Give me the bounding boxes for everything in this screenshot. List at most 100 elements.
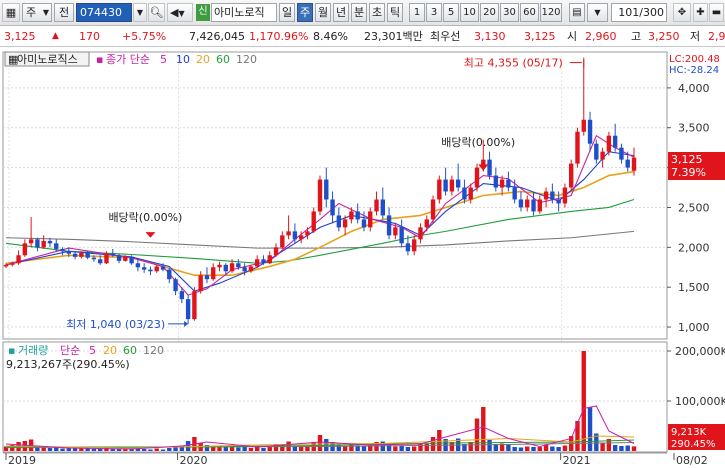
volume-bar: [154, 448, 159, 451]
candle-body: [581, 119, 586, 132]
volume-bar: [412, 446, 417, 451]
interval-button-30[interactable]: 30: [500, 3, 519, 22]
market-label: 주: [26, 6, 37, 19]
candle-body: [317, 179, 323, 212]
stock-chart[interactable]: 1,0001,5002,0002,5003,0003,5004,000 ▦ 아미…: [0, 48, 725, 468]
interval-button-5[interactable]: 5: [443, 3, 459, 22]
candle-body: [393, 227, 398, 236]
ma-period-5: 5: [160, 53, 167, 66]
candle-body: [380, 199, 385, 216]
candle-body: [236, 263, 241, 268]
crosshair-button[interactable]: ✥: [673, 3, 691, 22]
candle-body: [506, 179, 511, 188]
period-tab-2[interactable]: 월: [315, 3, 331, 22]
candle-body: [437, 179, 442, 200]
x-tick-label: 2021: [563, 454, 591, 467]
volume-bar: [135, 449, 141, 451]
stock-name-field[interactable]: 아미노로직: [211, 3, 277, 22]
interval-button-1[interactable]: 1: [409, 3, 425, 22]
candle-body: [330, 199, 335, 216]
current-price: 3,125: [4, 30, 36, 43]
chart-area[interactable]: 1,0001,5002,0002,5003,0003,5004,000 ▦ 아미…: [0, 48, 725, 468]
candle-body: [47, 240, 53, 244]
candle-body: [311, 211, 316, 232]
zoom-out-button[interactable]: ▬: [709, 3, 724, 22]
period-tab-0[interactable]: 일: [279, 3, 295, 22]
ma-period-120: 120: [236, 53, 257, 66]
volume-bar: [47, 448, 53, 451]
chart-icon: ▤: [572, 7, 582, 18]
price-tick-label: 1,000: [678, 321, 710, 334]
code-dropdown-button[interactable]: ▼: [133, 3, 147, 22]
toolbar: ▦ 주 ▼ 전 074430 ▼ 🔍︎ ◀▼ 신 아미노로직 ▤ ▼ 101/3…: [0, 0, 725, 26]
ma-period-60: 60: [216, 53, 230, 66]
volume-bar: [556, 447, 561, 451]
candle-body: [298, 235, 304, 240]
period-tab-1[interactable]: 주: [297, 3, 313, 22]
volume-bar: [506, 445, 511, 451]
candle-body: [255, 259, 260, 267]
interval-button-120[interactable]: 120: [540, 3, 562, 22]
x-tick-label: 08/02: [676, 454, 708, 467]
period-tab-6[interactable]: 틱: [387, 3, 403, 22]
low-annotation: 최저 1,040 (03/23): [66, 318, 165, 331]
open-price: 2,960: [585, 30, 617, 43]
chevron-down-icon: ▼: [178, 9, 185, 18]
volume-bar: [531, 447, 536, 451]
sound-button[interactable]: ◀▼: [167, 3, 193, 22]
stock-code-input[interactable]: 074430: [76, 3, 132, 22]
candle-body: [16, 255, 21, 264]
candle-body: [280, 235, 285, 248]
volume-bar: [72, 448, 78, 451]
candle-body: [631, 157, 637, 171]
candle-body: [487, 159, 492, 176]
candle-body: [342, 219, 348, 228]
candle-body: [211, 267, 216, 280]
interval-button-20[interactable]: 20: [480, 3, 499, 22]
candle-body: [223, 264, 228, 272]
candle-body: [173, 279, 178, 292]
price-tick-label: 3,500: [678, 122, 710, 135]
candle-body: [229, 263, 235, 272]
candle-body: [148, 269, 153, 272]
candle-body: [292, 231, 298, 240]
price-panel[interactable]: [2, 51, 668, 340]
count-dropdown-button[interactable]: ▼: [587, 3, 608, 22]
candle-body: [141, 267, 147, 270]
candle-body: [430, 199, 436, 220]
stock-code-value: 074430: [80, 6, 122, 19]
market-select[interactable]: 주 ▼: [22, 3, 52, 22]
candle-body: [418, 227, 423, 240]
volume-bar: [430, 437, 436, 451]
data-count-input[interactable]: 101/300: [611, 3, 667, 22]
candle-body: [474, 167, 480, 188]
period-tab-5[interactable]: 초: [369, 3, 385, 22]
candle-body: [412, 239, 417, 252]
interval-button-60[interactable]: 60: [520, 3, 539, 22]
high-price: 3,250: [648, 30, 680, 43]
volume-bar: [361, 446, 367, 451]
interval-button-3[interactable]: 3: [426, 3, 442, 22]
volume-bar: [405, 447, 411, 451]
prev-label: 전: [58, 6, 70, 19]
data-count-value: 101/300: [618, 6, 664, 19]
zoom-in-icon: ✚: [696, 7, 705, 18]
price-tick-label: 2,000: [678, 241, 710, 254]
candle-body: [556, 199, 561, 204]
x-tick-label: 2020: [180, 454, 208, 467]
period-tab-4[interactable]: 분: [351, 3, 367, 22]
chart-setting-button[interactable]: ▤: [569, 3, 585, 22]
interval-button-10[interactable]: 10: [460, 3, 479, 22]
search-button[interactable]: 🔍︎: [148, 3, 165, 22]
hc-label: HC:-28.24: [669, 65, 719, 76]
period-tab-3[interactable]: 년: [333, 3, 349, 22]
volume-bar: [148, 449, 153, 451]
volume-ma-120: 120: [143, 344, 164, 357]
prev-button[interactable]: 전: [54, 3, 74, 22]
grid-icon-button[interactable]: ▦: [2, 3, 20, 22]
zoom-in-button[interactable]: ✚: [693, 3, 708, 22]
candle-body: [468, 187, 473, 200]
volume-bar: [587, 407, 593, 451]
dividend-annotation-2: 배당락(0.00%): [441, 136, 515, 149]
volume-bar: [91, 449, 97, 451]
